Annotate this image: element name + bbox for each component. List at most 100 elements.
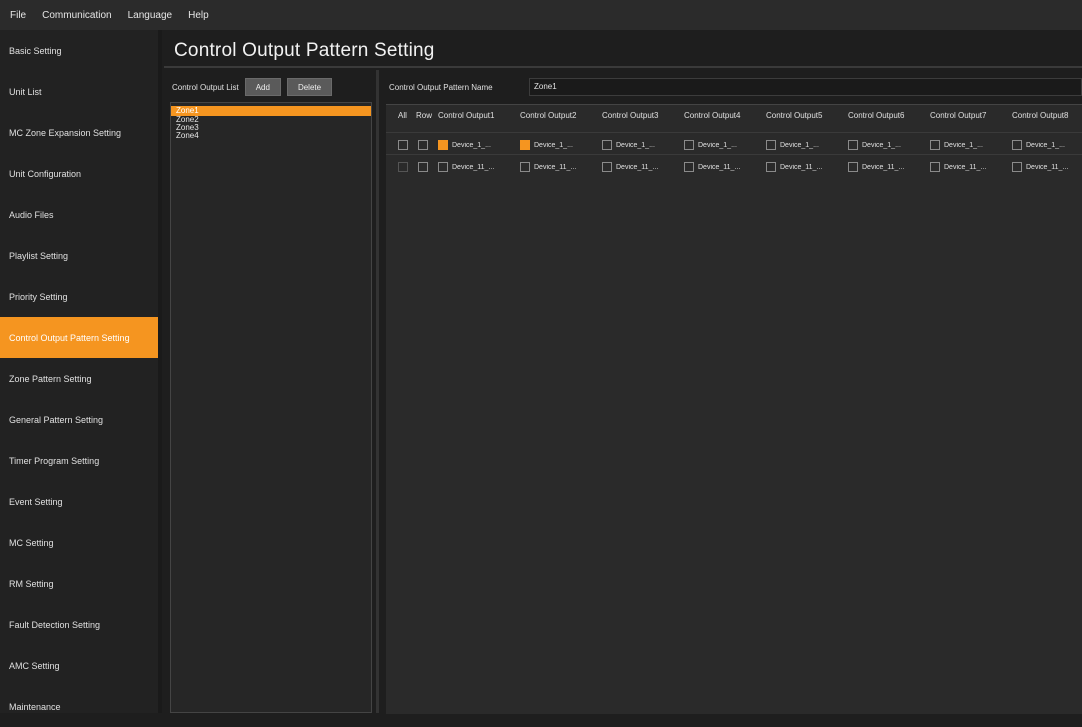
title-divider <box>164 66 1082 68</box>
device-checkbox[interactable] <box>684 140 694 150</box>
device-checkbox[interactable] <box>520 140 530 150</box>
sidebar-item[interactable]: Audio Files <box>0 194 162 235</box>
device-checkbox[interactable] <box>684 162 694 172</box>
sidebar-item[interactable]: Unit List <box>0 71 162 112</box>
all-checkbox[interactable] <box>398 162 408 172</box>
device-label: Device_11_... <box>862 163 905 171</box>
sidebar-item[interactable]: Timer Program Setting <box>0 440 162 481</box>
sidebar-item[interactable]: RM Setting <box>0 563 162 604</box>
pattern-name-input[interactable]: Zone1 <box>529 78 1082 96</box>
device-label: Device_1_... <box>780 141 819 149</box>
device-cell: Device_11_... <box>602 162 684 172</box>
device-cell: Device_11_... <box>520 162 602 172</box>
device-checkbox[interactable] <box>520 162 530 172</box>
grid-header: All Row Control Output1 Control Output2 Co… <box>386 108 1082 122</box>
device-checkbox[interactable] <box>848 140 858 150</box>
row-checkbox[interactable] <box>418 162 428 172</box>
list-item[interactable]: Zone2 <box>171 116 371 124</box>
all-checkbox[interactable] <box>398 140 408 150</box>
device-checkbox[interactable] <box>930 140 940 150</box>
device-checkbox[interactable] <box>1012 140 1022 150</box>
device-cell: Device_11_... <box>684 162 766 172</box>
device-label: Device_11_... <box>452 163 495 171</box>
panel-divider <box>376 70 379 713</box>
sidebar-item[interactable]: AMC Setting <box>0 645 162 686</box>
device-cell: Device_1_... <box>602 140 684 150</box>
device-checkbox[interactable] <box>602 162 612 172</box>
device-checkbox[interactable] <box>848 162 858 172</box>
control-output-list-label: Control Output List <box>172 82 239 92</box>
col-row-header: Row <box>416 110 433 120</box>
sidebar-item[interactable]: Playlist Setting <box>0 235 162 276</box>
device-cell: Device_1_... <box>848 140 930 150</box>
delete-button[interactable]: Delete <box>286 78 333 96</box>
menu-bar: File Communication Language Help <box>0 0 1082 30</box>
device-label: Device_1_... <box>862 141 901 149</box>
device-cell: Device_1_... <box>520 140 602 150</box>
app-window: File Communication Language Help Basic S… <box>0 0 1082 714</box>
list-item[interactable]: Zone4 <box>171 132 371 140</box>
sidebar-item[interactable]: Zone Pattern Setting <box>0 358 162 399</box>
menu-language[interactable]: Language <box>120 10 181 21</box>
device-cell: Device_1_... <box>930 140 1012 150</box>
device-checkbox[interactable] <box>438 162 448 172</box>
table-row: Device_11_... Device_11_... Device_11_... D… <box>386 158 1082 176</box>
device-cell: Device_11_... <box>766 162 848 172</box>
table-row: Device_1_... Device_1_... Device_1_... Devi… <box>386 136 1082 154</box>
device-label: Device_1_... <box>452 141 491 149</box>
sidebar-nav: Basic Setting Unit List MC Zone Expansion … <box>0 30 162 713</box>
col-all-header: All <box>398 110 407 120</box>
device-label: Device_11_... <box>534 163 577 171</box>
column-header: Control Output6 <box>848 110 905 120</box>
menu-communication[interactable]: Communication <box>34 10 119 21</box>
device-cell: Device_1_... <box>438 140 520 150</box>
column-header: Control Output8 <box>1012 110 1069 120</box>
device-cell: Device_11_... <box>1012 162 1082 172</box>
device-checkbox[interactable] <box>602 140 612 150</box>
device-label: Device_11_... <box>780 163 823 171</box>
column-header: Control Output2 <box>520 110 577 120</box>
device-label: Device_1_... <box>944 141 983 149</box>
row-divider <box>386 154 1082 155</box>
sidebar-item[interactable]: General Pattern Setting <box>0 399 162 440</box>
device-checkbox[interactable] <box>930 162 940 172</box>
device-label: Device_1_... <box>1026 141 1065 149</box>
row-checkbox[interactable] <box>418 140 428 150</box>
device-label: Device_11_... <box>944 163 987 171</box>
sidebar-item[interactable]: Maintenance <box>0 686 162 727</box>
device-label: Device_11_... <box>616 163 659 171</box>
sidebar-item[interactable]: Unit Configuration <box>0 153 162 194</box>
device-label: Device_11_... <box>1026 163 1069 171</box>
sidebar-item[interactable]: Control Output Pattern Setting <box>0 317 162 358</box>
sidebar-item[interactable]: MC Zone Expansion Setting <box>0 112 162 153</box>
sidebar-item[interactable]: MC Setting <box>0 522 162 563</box>
list-item[interactable]: Zone3 <box>171 124 371 132</box>
device-checkbox[interactable] <box>766 140 776 150</box>
menu-help[interactable]: Help <box>180 10 217 21</box>
device-cell: Device_1_... <box>684 140 766 150</box>
pattern-name-label: Control Output Pattern Name <box>389 82 493 92</box>
sidebar-item[interactable]: Fault Detection Setting <box>0 604 162 645</box>
list-item[interactable]: Zone1 <box>171 106 371 116</box>
menu-file[interactable]: File <box>0 10 34 21</box>
column-header: Control Output4 <box>684 110 741 120</box>
column-header: Control Output3 <box>602 110 659 120</box>
device-label: Device_11_... <box>698 163 741 171</box>
pattern-grid <box>386 104 1082 714</box>
device-checkbox[interactable] <box>1012 162 1022 172</box>
add-button[interactable]: Add <box>244 78 281 96</box>
device-cell: Device_11_... <box>438 162 520 172</box>
sidebar-item[interactable]: Basic Setting <box>0 30 162 71</box>
device-checkbox[interactable] <box>766 162 776 172</box>
column-header: Control Output5 <box>766 110 823 120</box>
pattern-name-row: Control Output Pattern Name <box>389 80 497 94</box>
sidebar-item[interactable]: Priority Setting <box>0 276 162 317</box>
device-label: Device_1_... <box>534 141 573 149</box>
device-cell: Device_1_... <box>1012 140 1082 150</box>
column-header: Control Output7 <box>930 110 987 120</box>
device-label: Device_1_... <box>698 141 737 149</box>
sidebar-item[interactable]: Event Setting <box>0 481 162 522</box>
row-divider <box>386 132 1082 133</box>
page-title: Control Output Pattern Setting <box>174 40 435 61</box>
device-checkbox[interactable] <box>438 140 448 150</box>
